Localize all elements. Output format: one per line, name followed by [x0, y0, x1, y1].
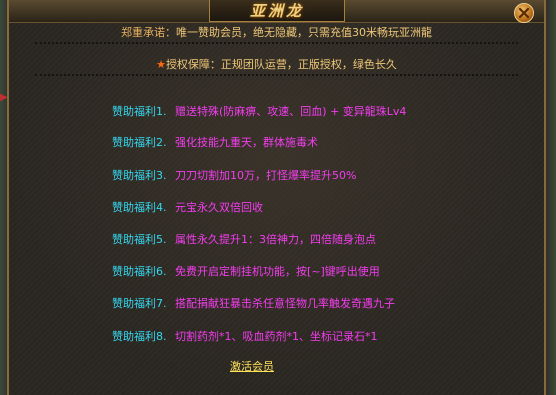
- promise-line: 郑重承诺：唯一赞助会员，绝无隐藏，只需充值30米畅玩亚洲龍: [39, 24, 514, 40]
- divider: [35, 42, 518, 44]
- benefit-label: 赞助福利7.: [112, 297, 167, 310]
- license-text: 授权保障：正规团队运营，正版授权，绿色长久: [165, 58, 397, 71]
- promise-text: 唯一赞助会员，绝无隐藏，只需充值30米畅玩亚洲龍: [176, 26, 432, 39]
- benefit-item: 赞助福利7. 搭配捐献狂暴击杀任意怪物几率触发奇遇九子: [112, 295, 395, 311]
- divider: [35, 74, 518, 76]
- benefit-item: 赞助福利1. 赠送特殊(防麻痹、攻速、回血) + 变异龍珠Lv4: [112, 103, 406, 119]
- activate-member-link[interactable]: 激活会员: [230, 358, 274, 374]
- title-plate: 亚洲龙: [209, 0, 345, 22]
- benefit-item: 赞助福利3. 刀刀切割加10万，打怪爆率提升50%: [112, 167, 356, 183]
- benefit-text: 搭配捐献狂暴击杀任意怪物几率触发奇遇九子: [175, 297, 395, 310]
- star-icon: ★: [156, 58, 166, 71]
- panel-title: 亚洲龙: [249, 2, 304, 20]
- benefit-item: 赞助福利8. 切割药剂*1、吸血药剂*1、坐标记录石*1: [112, 328, 378, 344]
- benefit-label: 赞助福利6.: [112, 265, 167, 278]
- benefit-label: 赞助福利4.: [112, 201, 167, 214]
- benefit-text: 切割药剂*1、吸血药剂*1、坐标记录石*1: [175, 330, 378, 343]
- close-icon: [519, 8, 529, 18]
- benefit-text: 强化技能九重天，群体施毒术: [175, 136, 318, 149]
- benefit-text: 元宝永久双倍回收: [175, 201, 263, 214]
- benefit-item: 赞助福利5. 属性永久提升1：3倍神力，四倍随身泡点: [112, 231, 376, 247]
- license-line: ★授权保障：正规团队运营，正版授权，绿色长久: [39, 56, 514, 72]
- sponsor-panel: 亚洲龙 郑重承诺：唯一赞助会员，绝无隐藏，只需充值30米畅玩亚洲龍 ★授权保障：…: [7, 0, 546, 395]
- benefit-label: 赞助福利5.: [112, 233, 167, 246]
- benefit-item: 赞助福利2. 强化技能九重天，群体施毒术: [112, 134, 318, 150]
- benefit-label: 赞助福利3.: [112, 169, 167, 182]
- benefit-label: 赞助福利1.: [112, 105, 167, 118]
- benefit-item: 赞助福利6. 免费开启定制挂机功能，按[~]键呼出使用: [112, 263, 380, 279]
- title-bar[interactable]: 亚洲龙: [9, 0, 544, 23]
- benefit-text: 刀刀切割加10万，打怪爆率提升50%: [175, 169, 357, 182]
- benefit-text: 属性永久提升1：3倍神力，四倍随身泡点: [175, 233, 376, 246]
- close-button[interactable]: [514, 3, 534, 23]
- benefit-item: 赞助福利4. 元宝永久双倍回收: [112, 199, 263, 215]
- benefit-text: 免费开启定制挂机功能，按[~]键呼出使用: [175, 265, 380, 278]
- promise-prefix: 郑重承诺：: [121, 26, 176, 39]
- benefit-label: 赞助福利8.: [112, 330, 167, 343]
- benefit-text: 赠送特殊(防麻痹、攻速、回血) + 变异龍珠Lv4: [175, 105, 407, 118]
- benefit-label: 赞助福利2.: [112, 136, 167, 149]
